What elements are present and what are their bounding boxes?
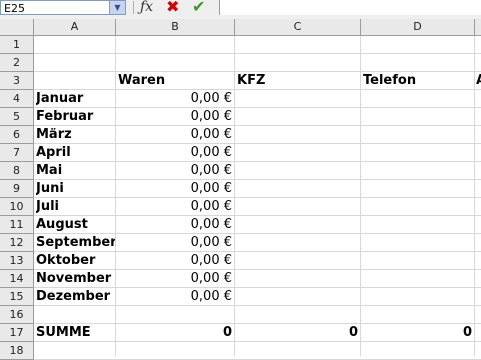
row-header[interactable]: 13 (0, 252, 34, 270)
row-header[interactable]: 16 (0, 306, 34, 324)
waren-value-cell[interactable]: 0,00 € (117, 234, 232, 252)
month-cell[interactable]: November (36, 270, 115, 288)
summary-waren[interactable]: 0 (117, 324, 232, 342)
gridline (115, 36, 116, 356)
row-header[interactable]: 1 (0, 36, 34, 54)
month-cell[interactable]: Mai (36, 162, 115, 180)
gridline (34, 53, 481, 54)
waren-value-cell[interactable]: 0,00 € (117, 270, 232, 288)
row-header[interactable]: 10 (0, 198, 34, 216)
summary-label[interactable]: SUMME (36, 324, 114, 342)
row-header[interactable]: 6 (0, 126, 34, 144)
row-header[interactable]: 8 (0, 162, 34, 180)
summary-telefon[interactable]: 0 (362, 324, 472, 342)
waren-value-cell[interactable]: 0,00 € (117, 144, 232, 162)
month-cell[interactable]: September (36, 234, 115, 252)
month-cell[interactable]: März (36, 126, 115, 144)
accept-icon[interactable]: ✔ (192, 0, 205, 16)
row-header[interactable]: 15 (0, 288, 34, 306)
select-all-corner[interactable] (0, 19, 34, 36)
name-box[interactable]: E25 ▼ (0, 0, 126, 15)
month-cell[interactable]: Januar (36, 90, 115, 108)
waren-value-cell[interactable]: 0,00 € (117, 216, 232, 234)
waren-value-cell[interactable]: 0,00 € (117, 180, 232, 198)
month-cell[interactable]: Dezember (36, 288, 115, 306)
gridline (234, 36, 235, 356)
formula-bar: E25 ▼ ƒx ✖ ✔ (0, 0, 481, 20)
row-header[interactable]: 18 (0, 342, 34, 360)
row-header[interactable]: 3 (0, 72, 34, 90)
function-wizard-icon[interactable]: ƒx (140, 0, 153, 15)
month-cell[interactable]: April (36, 144, 115, 162)
waren-value-cell[interactable]: 0,00 € (117, 198, 232, 216)
formula-input[interactable] (219, 0, 481, 15)
name-box-value: E25 (4, 2, 25, 15)
gridline (360, 36, 361, 356)
gridline (474, 36, 475, 356)
summary-kfz[interactable]: 0 (236, 324, 358, 342)
row-header[interactable]: 12 (0, 234, 34, 252)
header-telefon[interactable]: Telefon (363, 72, 473, 90)
column-header-c[interactable]: C (235, 19, 361, 36)
cancel-icon[interactable]: ✖ (166, 0, 179, 16)
header-partial-e[interactable]: A (476, 72, 481, 90)
month-cell[interactable]: August (36, 216, 115, 234)
waren-value-cell[interactable]: 0,00 € (117, 252, 232, 270)
chevron-down-icon[interactable]: ▼ (109, 1, 125, 14)
row-header[interactable]: 7 (0, 144, 34, 162)
toolbar-separator (133, 1, 134, 14)
month-cell[interactable]: Februar (36, 108, 115, 126)
waren-value-cell[interactable]: 0,00 € (117, 288, 232, 306)
column-header-d[interactable]: D (361, 19, 475, 36)
waren-value-cell[interactable]: 0,00 € (117, 126, 232, 144)
column-header-a[interactable]: A (34, 19, 116, 36)
waren-value-cell[interactable]: 0,00 € (117, 108, 232, 126)
header-waren[interactable]: Waren (118, 72, 233, 90)
row-header[interactable]: 14 (0, 270, 34, 288)
row-header[interactable]: 17 (0, 324, 34, 342)
month-cell[interactable]: Oktober (36, 252, 115, 270)
row-header[interactable]: 2 (0, 54, 34, 72)
header-kfz[interactable]: KFZ (237, 72, 359, 90)
column-header-b[interactable]: B (116, 19, 235, 36)
column-header-e[interactable] (475, 19, 481, 36)
row-header[interactable]: 4 (0, 90, 34, 108)
row-header[interactable]: 5 (0, 108, 34, 126)
waren-value-cell[interactable]: 0,00 € (117, 162, 232, 180)
row-header[interactable]: 9 (0, 180, 34, 198)
month-cell[interactable]: Juli (36, 198, 115, 216)
month-cell[interactable]: Juni (36, 180, 115, 198)
row-header[interactable]: 11 (0, 216, 34, 234)
waren-value-cell[interactable]: 0,00 € (117, 90, 232, 108)
